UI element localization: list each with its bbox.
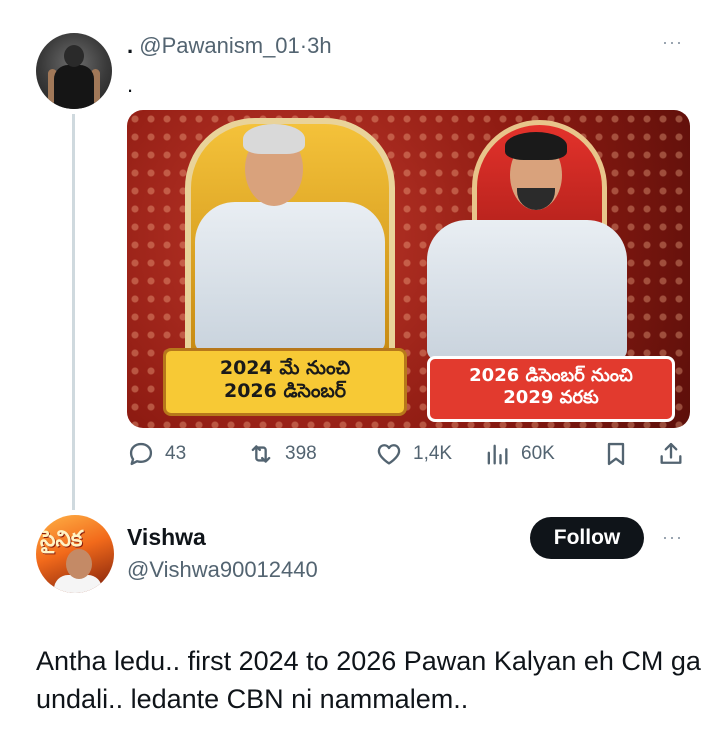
reply-icon xyxy=(129,442,153,466)
tweet-text: . xyxy=(127,72,134,97)
share-icon xyxy=(660,442,682,464)
views-icon xyxy=(487,444,508,465)
bookmark-button[interactable] xyxy=(602,440,630,468)
avatar-figure-body xyxy=(54,65,94,109)
avatar-figure-head xyxy=(64,45,84,67)
person-left-hair xyxy=(243,124,305,154)
bookmark-icon xyxy=(607,442,625,466)
like-count: 1,4K xyxy=(413,443,453,464)
caption-right-line1: 2026 డిసెంబర్ నుంచి xyxy=(469,365,633,386)
reply-author-avatar[interactable]: సైనిక xyxy=(36,515,114,593)
author-display-name[interactable]: . xyxy=(127,33,133,58)
author-avatar[interactable] xyxy=(36,33,112,109)
reply-tweet-text: Antha ledu.. first 2024 to 2026 Pawan Ka… xyxy=(36,646,701,714)
caption-right-line2: 2029 వరకు xyxy=(503,386,599,408)
views-count: 60K xyxy=(521,443,555,464)
tweet-action-bar: 43 398 1,4K 60K xyxy=(127,440,687,472)
more-options-icon[interactable]: ··· xyxy=(662,32,683,53)
like-button[interactable]: 1,4K xyxy=(375,440,452,468)
tweet-media-image[interactable]: 2024 మే నుంచి 2026 డిసెంబర్ 2026 డిసెంబర… xyxy=(127,110,690,428)
like-icon xyxy=(377,444,401,465)
person-right-torso xyxy=(427,220,627,360)
person-left-torso xyxy=(195,202,385,352)
media-caption-right: 2026 డిసెంబర్ నుంచి 2029 వరకు xyxy=(427,356,675,422)
header-separator: · xyxy=(299,33,308,58)
author-handle[interactable]: @Pawanism_01 xyxy=(139,33,300,58)
avatar-face xyxy=(66,549,92,579)
caption-left-line1: 2024 మే నుంచి xyxy=(219,357,351,379)
retweet-count: 398 xyxy=(285,443,317,464)
retweet-button[interactable]: 398 xyxy=(247,440,317,468)
share-button[interactable] xyxy=(657,440,685,468)
more-options-icon[interactable]: ··· xyxy=(662,527,683,548)
media-caption-left: 2024 మే నుంచి 2026 డిసెంబర్ xyxy=(163,348,407,416)
tweet-timestamp[interactable]: 3h xyxy=(307,33,331,58)
person-right-hair xyxy=(505,132,567,160)
caption-left-line2: 2026 డిసెంబర్ xyxy=(223,379,347,402)
tweet-header: . @Pawanism_01·3h xyxy=(127,33,332,59)
reply-count: 43 xyxy=(165,443,187,464)
views-button[interactable]: 60K xyxy=(483,440,555,468)
reply-author-display-name[interactable]: Vishwa xyxy=(127,524,206,551)
follow-button[interactable]: Follow xyxy=(530,517,644,559)
reply-author-handle[interactable]: @Vishwa90012440 xyxy=(127,557,318,583)
retweet-icon xyxy=(251,445,271,463)
thread-connector-line xyxy=(72,114,75,510)
reply-button[interactable]: 43 xyxy=(127,440,186,468)
